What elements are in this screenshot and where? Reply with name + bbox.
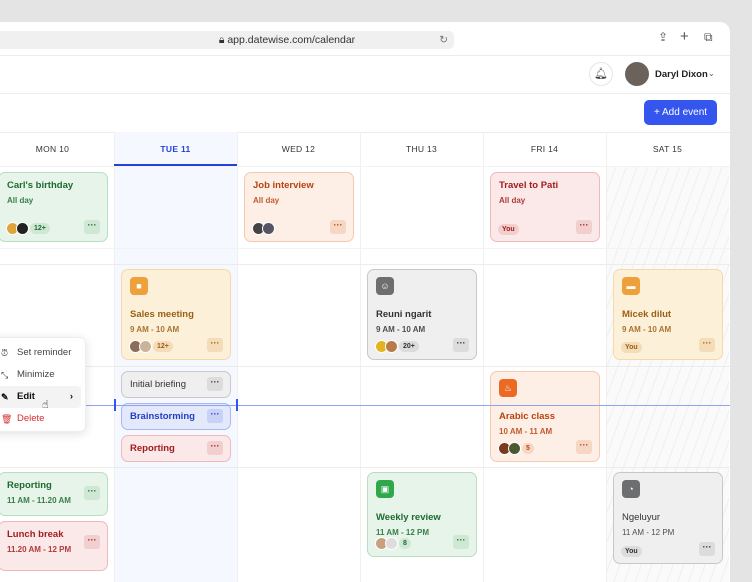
video-camera-icon: ■ — [130, 277, 148, 295]
drag-handle-right[interactable] — [236, 399, 238, 411]
notification-bell-icon[interactable]: 🔔︎ — [589, 62, 613, 86]
menu-item-edit[interactable]: ✎ Edit › — [0, 386, 81, 408]
event-card[interactable]: Travel to Pati All day You ··· — [490, 172, 600, 242]
smiley-icon: ☺ — [376, 277, 394, 295]
attendee-count: 12+ — [153, 341, 173, 352]
event-card[interactable]: ■ Sales meeting 9 AM - 10 AM 12+ ··· — [121, 269, 231, 360]
menu-item-delete[interactable]: 🗑︎ Delete — [0, 408, 81, 430]
user-name[interactable]: Daryl Dixon — [655, 69, 708, 80]
event-time: 11 AM - 12 PM — [622, 528, 675, 537]
event-time: 10 AM - 11 AM — [499, 427, 553, 436]
context-menu: ⏰︎ Set reminder ⤡ Minimize ✎ Edit › 🗑︎ Delete — [0, 337, 86, 432]
attendee-count: 8 — [399, 538, 411, 549]
reload-icon[interactable]: ↻ — [439, 31, 448, 49]
day-header-tue[interactable]: TUE 11 — [114, 132, 237, 166]
new-tab-icon[interactable]: + — [680, 28, 689, 45]
cupcake-icon: ♨ — [499, 379, 517, 397]
more-options-button[interactable]: ··· — [699, 338, 715, 352]
add-event-button[interactable]: + Add event — [644, 100, 717, 125]
pencil-icon: ✎ — [1, 392, 9, 402]
event-card[interactable]: ◔ Ngeluyur 11 AM - 12 PM You ··· — [613, 472, 723, 564]
alarm-icon: ⏰︎ — [1, 348, 9, 358]
lock-icon: 🔒︎ — [218, 34, 225, 46]
minimize-icon: ⤡ — [1, 370, 9, 380]
event-card[interactable]: Reporting 11 AM - 11.20 AM ··· — [0, 472, 108, 516]
menu-item-minimize[interactable]: ⤡ Minimize — [0, 364, 81, 386]
attendee-count: 20+ — [399, 341, 419, 352]
hand-cursor-icon: ☝︎ — [42, 399, 49, 411]
event-title: Carl's birthday — [7, 180, 74, 191]
event-card[interactable]: ☺ Reuni ngarit 9 AM - 10 AM 20+ ··· — [367, 269, 477, 360]
day-header-thu[interactable]: THU 13 — [360, 132, 483, 166]
day-header-sat[interactable]: SAT 15 — [606, 132, 729, 166]
day-header-wed[interactable]: WED 12 — [237, 132, 360, 166]
event-time: All day — [499, 196, 526, 205]
event-title: Brainstorming — [130, 411, 195, 422]
event-time: All day — [253, 196, 280, 205]
more-options-button[interactable]: ··· — [576, 220, 592, 234]
more-options-button[interactable]: ··· — [207, 377, 223, 391]
event-title: Job interview — [253, 180, 314, 191]
chevron-down-icon[interactable]: ⌄ — [708, 69, 715, 78]
attendee-you: You — [621, 342, 642, 353]
event-time: All day — [7, 196, 34, 205]
more-options-button[interactable]: ··· — [576, 440, 592, 454]
event-card[interactable]: Job interview All day ··· — [244, 172, 354, 242]
tabs-icon[interactable]: ⧉ — [704, 30, 713, 45]
attendee-you: You — [498, 224, 519, 235]
event-card[interactable]: Brainstorming ··· — [121, 403, 231, 430]
event-title: Reporting — [130, 443, 175, 454]
attendee-count: 12+ — [30, 223, 50, 234]
url-text: app.datewise.com/calendar — [227, 34, 356, 46]
event-card[interactable]: Reporting ··· — [121, 435, 231, 462]
drag-handle-left[interactable] — [114, 399, 116, 411]
event-title: Micek dilut — [622, 309, 672, 320]
event-card[interactable]: ▬ Micek dilut 9 AM - 10 AM You ··· — [613, 269, 723, 360]
more-options-button[interactable]: ··· — [84, 220, 100, 234]
share-icon[interactable]: ⇪ — [658, 30, 668, 44]
more-options-button[interactable]: ··· — [453, 535, 469, 549]
event-title: Travel to Pati — [499, 180, 559, 191]
attendee-you: You — [621, 546, 642, 557]
event-card[interactable]: ▣ Weekly review 11 AM - 12 PM 8 ··· — [367, 472, 477, 557]
more-options-button[interactable]: ··· — [207, 409, 223, 423]
menu-item-set-reminder[interactable]: ⏰︎ Set reminder — [0, 342, 81, 364]
trash-icon: 🗑︎ — [1, 414, 13, 424]
more-options-button[interactable]: ··· — [84, 486, 100, 500]
more-options-button[interactable]: ··· — [84, 535, 100, 549]
day-header-mon[interactable]: MON 10 — [0, 132, 114, 166]
day-header-fri[interactable]: FRI 14 — [483, 132, 606, 166]
event-card[interactable]: ♨ Arabic class 10 AM - 11 AM 5 ··· — [490, 371, 600, 462]
event-title: Weekly review — [376, 512, 441, 523]
event-title: Reuni ngarit — [376, 309, 432, 320]
event-title: Arabic class — [499, 411, 555, 422]
more-options-button[interactable]: ··· — [699, 542, 715, 556]
event-card[interactable]: Initial briefing ··· — [121, 371, 231, 398]
browser-window: 🔒︎ app.datewise.com/calendar ↻ ⇪ + ⧉ 🔔︎ D… — [0, 22, 730, 582]
chevron-right-icon: › — [69, 391, 73, 402]
attendee-count: 5 — [522, 443, 534, 454]
more-options-button[interactable]: ··· — [207, 441, 223, 455]
drag-indicator-line — [0, 405, 730, 406]
chip-icon: ▣ — [376, 480, 394, 498]
address-bar[interactable]: 🔒︎ app.datewise.com/calendar ↻ — [0, 31, 454, 49]
food-icon: ▬ — [622, 277, 640, 295]
event-title: Ngeluyur — [622, 512, 661, 523]
event-card[interactable]: Carl's birthday All day 12+ ··· — [0, 172, 108, 242]
event-time: 9 AM - 10 AM — [622, 325, 672, 334]
event-time: 9 AM - 10 AM — [130, 325, 180, 334]
more-options-button[interactable]: ··· — [330, 220, 346, 234]
event-title: Initial briefing — [130, 379, 186, 390]
user-avatar[interactable] — [625, 62, 649, 86]
pacman-icon: ◔ — [622, 480, 640, 498]
more-options-button[interactable]: ··· — [207, 338, 223, 352]
event-time: 9 AM - 10 AM — [376, 325, 426, 334]
more-options-button[interactable]: ··· — [453, 338, 469, 352]
event-title: Sales meeting — [130, 309, 194, 320]
